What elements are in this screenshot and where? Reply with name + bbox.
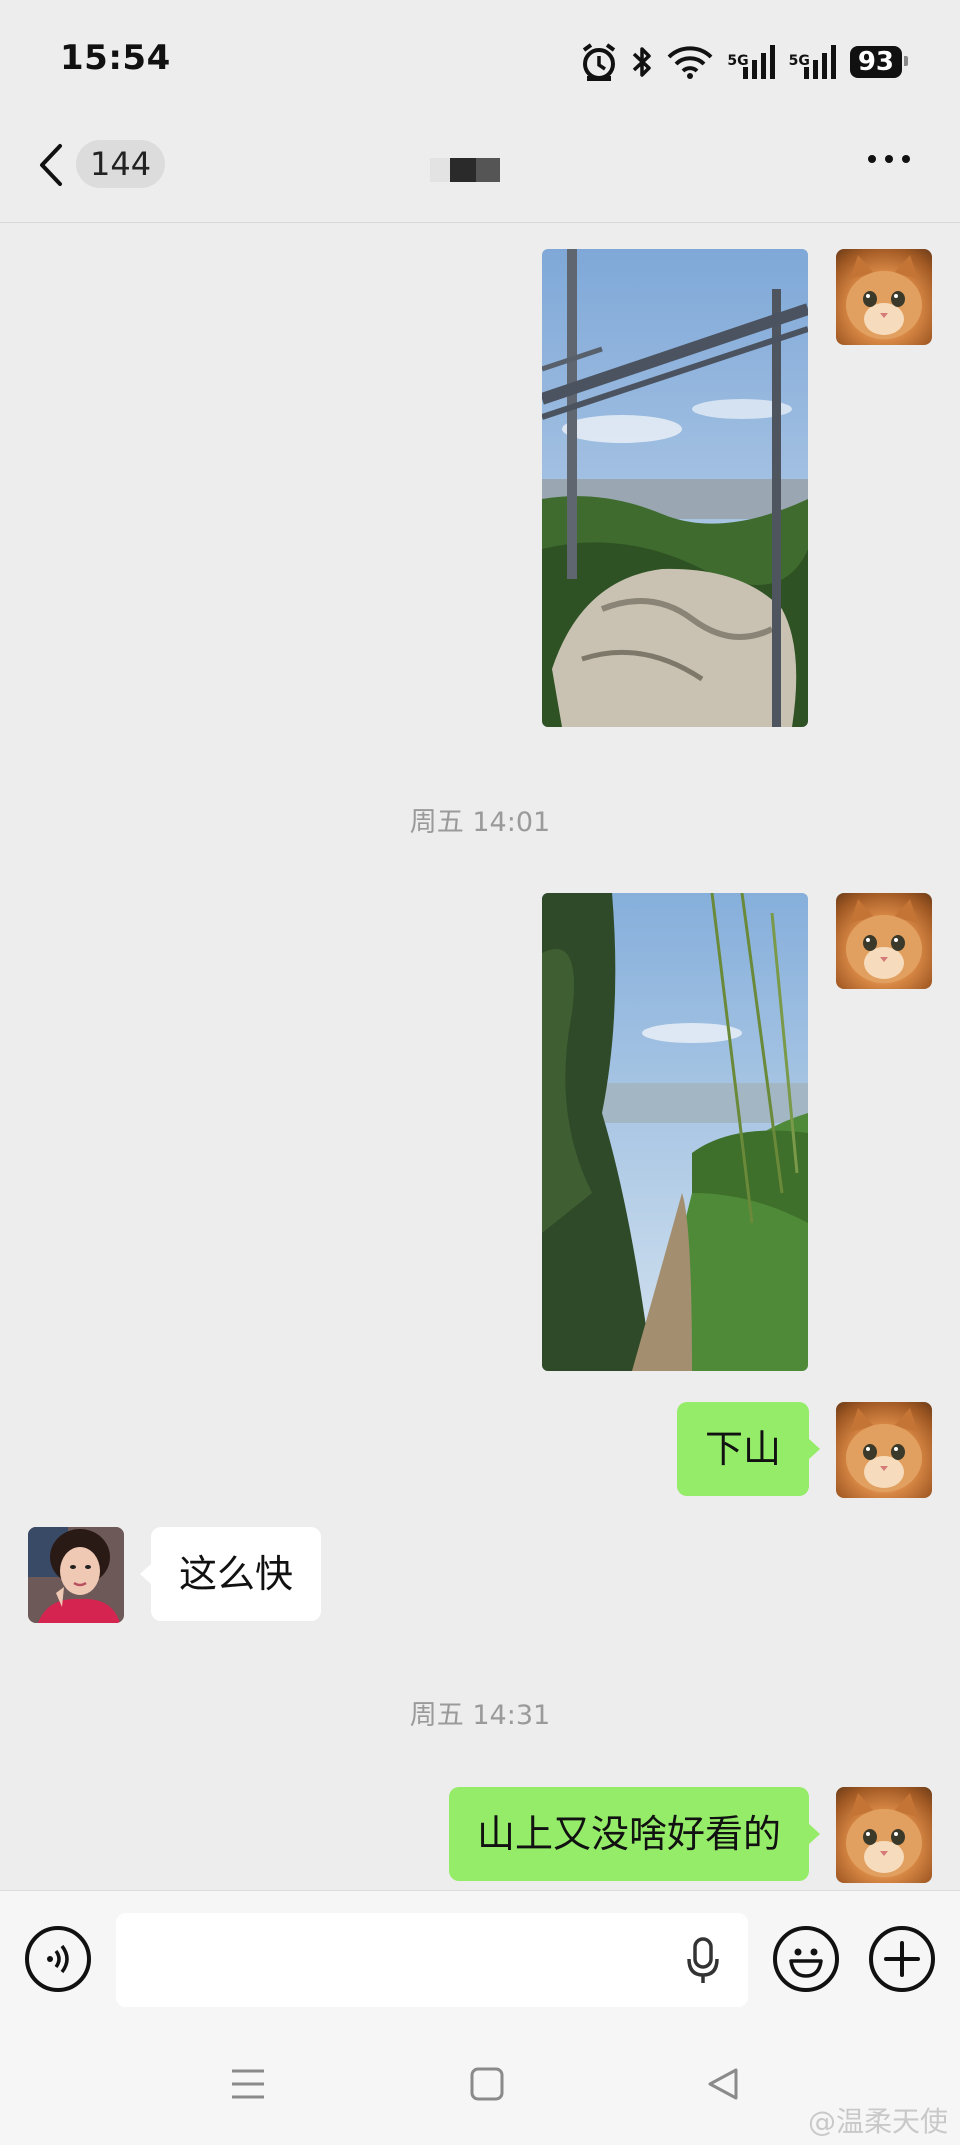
chat-title-redacted xyxy=(430,158,500,182)
back-nav-button[interactable] xyxy=(706,2067,740,2101)
more-dots-icon xyxy=(868,155,876,163)
status-time: 15:54 xyxy=(60,38,171,78)
my-avatar[interactable] xyxy=(836,1402,932,1498)
message-bubble-theirs[interactable]: 这么快 xyxy=(139,1527,322,1621)
timestamp: 周五 14:01 xyxy=(409,807,551,838)
contact-avatar[interactable] xyxy=(28,1527,124,1623)
chevron-left-icon xyxy=(40,144,62,186)
alarm-icon xyxy=(581,42,617,82)
recent-apps-button[interactable] xyxy=(230,2067,266,2101)
back-button[interactable] xyxy=(34,140,68,190)
unread-count-badge[interactable]: 144 xyxy=(76,140,166,188)
chat-image-mountain-trail[interactable] xyxy=(542,893,808,1371)
voice-toggle-button[interactable] xyxy=(25,1926,91,1992)
back-triangle-icon xyxy=(708,2068,738,2100)
message-input[interactable] xyxy=(116,1913,748,2007)
microphone-icon[interactable] xyxy=(686,1937,720,1985)
my-avatar[interactable] xyxy=(836,249,932,345)
emoji-icon xyxy=(789,1948,823,1978)
voice-icon xyxy=(47,1944,69,1974)
watermark: @温柔天使 xyxy=(807,2105,948,2138)
more-options-button[interactable] xyxy=(868,155,910,163)
plus-icon xyxy=(884,1941,920,1977)
emoji-button[interactable] xyxy=(773,1926,839,1992)
more-functions-button[interactable] xyxy=(869,1926,935,1992)
wifi-icon xyxy=(667,45,713,79)
my-avatar[interactable] xyxy=(836,1787,932,1883)
signal-2-icon: 5G xyxy=(789,45,836,79)
signal-1-icon: 5G xyxy=(727,45,775,79)
menu-icon xyxy=(232,2069,264,2099)
my-avatar[interactable] xyxy=(836,893,932,989)
battery-indicator: 93 xyxy=(849,46,909,78)
timestamp: 周五 14:31 xyxy=(409,1700,551,1731)
message-bubble-mine[interactable]: 下山 xyxy=(676,1402,821,1496)
status-icons: 5G 5G 93 xyxy=(581,40,909,84)
bluetooth-icon xyxy=(631,44,653,80)
chat-image-mountain-rock[interactable] xyxy=(542,249,808,727)
home-square-icon xyxy=(470,2067,504,2101)
message-bubble-mine[interactable]: 山上又没啥好看的 xyxy=(448,1787,821,1881)
header-divider xyxy=(0,222,960,223)
home-button[interactable] xyxy=(470,2067,504,2101)
